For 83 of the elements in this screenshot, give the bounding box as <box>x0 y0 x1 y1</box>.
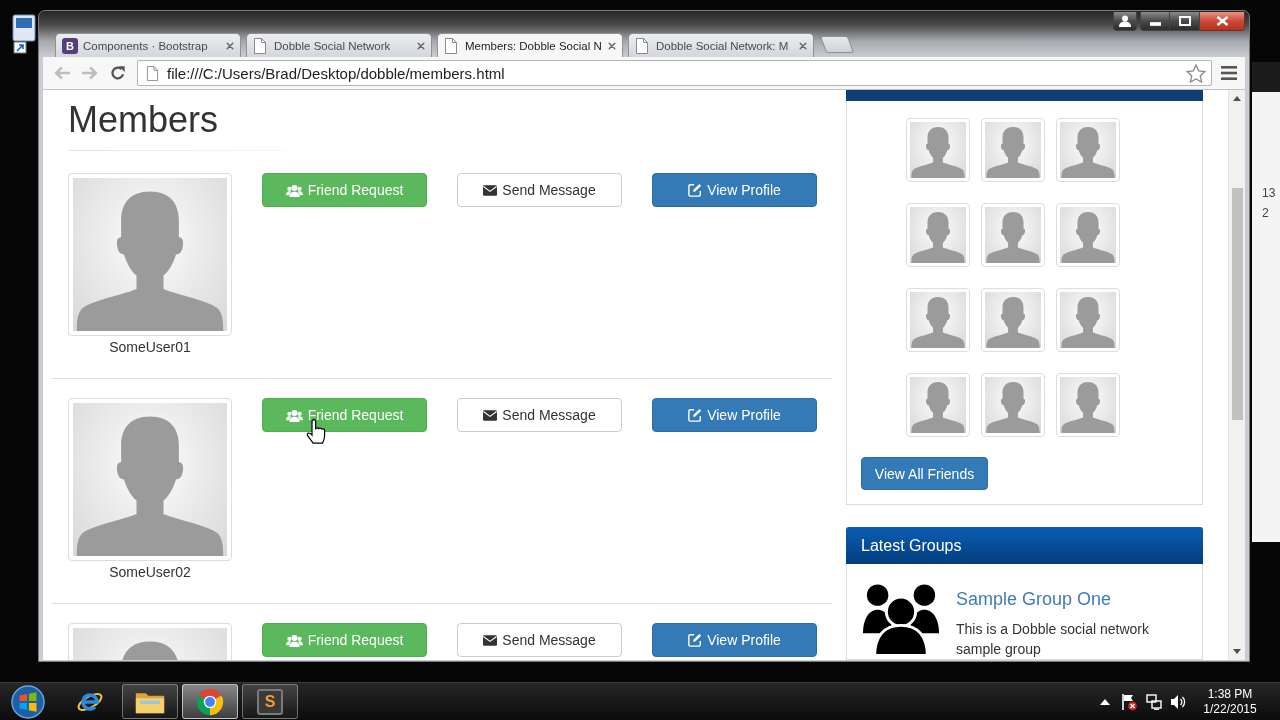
edit-icon <box>688 408 703 422</box>
users-icon <box>285 183 303 197</box>
close-icon <box>1215 16 1229 26</box>
address-bar[interactable]: file:///C:/Users/Brad/Desktop/dobble/members.html <box>137 60 1212 86</box>
close-icon[interactable] <box>226 41 234 50</box>
scroll-up-icon[interactable] <box>1233 96 1241 101</box>
friend-avatar[interactable] <box>906 203 970 267</box>
friend-avatar[interactable] <box>981 203 1045 267</box>
close-icon[interactable] <box>417 41 425 50</box>
flag-alert-icon[interactable] <box>1121 692 1137 711</box>
view-profile-button[interactable]: View Profile <box>652 398 817 432</box>
window-text: 2 <box>1262 206 1269 220</box>
scrollbar-thumb[interactable] <box>1231 188 1243 420</box>
start-button[interactable] <box>8 683 48 720</box>
page-icon <box>146 65 159 81</box>
browser-tab[interactable]: B Components · Bootstrap <box>55 33 241 57</box>
friend-avatar[interactable] <box>1056 373 1120 437</box>
flag-orb-icon <box>11 684 45 719</box>
hand-cursor-icon <box>306 419 326 445</box>
scroll-down-icon[interactable] <box>1233 649 1241 654</box>
send-message-button[interactable]: Send Message <box>457 173 622 207</box>
clock-date: 1/22/2015 <box>1203 701 1257 717</box>
maximize-icon <box>1178 16 1191 26</box>
person-icon <box>1119 15 1131 27</box>
page-heading: Members <box>68 100 220 140</box>
minimize-button[interactable] <box>1140 12 1170 31</box>
send-message-button[interactable]: Send Message <box>457 398 622 432</box>
friend-avatar[interactable] <box>906 373 970 437</box>
speaker-icon[interactable] <box>1170 693 1186 710</box>
clock-time: 1:38 PM <box>1207 686 1253 702</box>
close-icon[interactable] <box>608 41 616 50</box>
group-description: This is a Dobble social network sample group <box>956 620 1150 659</box>
username: SomeUser01 <box>109 338 191 357</box>
send-message-button[interactable]: Send Message <box>457 623 622 657</box>
panel-title: Latest Groups <box>846 527 1203 564</box>
network-icon[interactable] <box>1146 693 1162 710</box>
close-icon[interactable] <box>799 41 807 50</box>
group-icon <box>862 582 940 657</box>
window-text: 13 <box>1262 186 1276 200</box>
friend-avatar[interactable] <box>981 118 1045 182</box>
close-button[interactable] <box>1200 12 1245 31</box>
friend-avatar[interactable] <box>981 288 1045 352</box>
profile-button[interactable] <box>1113 12 1137 31</box>
friend-avatar[interactable] <box>1056 288 1120 352</box>
maximize-button[interactable] <box>1170 12 1200 31</box>
menu-icon <box>1221 66 1237 80</box>
tab-favicon: B <box>62 37 78 54</box>
back-arrow-icon <box>53 65 71 81</box>
friend-avatar[interactable] <box>906 118 970 182</box>
circle-logo-icon <box>196 687 224 716</box>
envelope-icon <box>483 184 498 196</box>
view-profile-button[interactable]: View Profile <box>652 623 817 657</box>
envelope-icon <box>483 409 498 421</box>
scrollbar[interactable] <box>1228 90 1245 660</box>
edit-icon <box>688 183 703 197</box>
taskbar-button[interactable] <box>182 684 238 719</box>
browser-tab[interactable]: Dobble Social Network <box>246 33 432 57</box>
users-icon <box>285 633 303 647</box>
minimize-icon <box>1149 22 1161 26</box>
envelope-icon <box>483 634 498 646</box>
view-all-friends-button[interactable]: View All Friends <box>861 457 988 490</box>
shortcut-icon[interactable] <box>12 14 36 54</box>
up-triangle-icon[interactable] <box>1100 698 1110 705</box>
bookmark-star-icon[interactable] <box>1186 63 1206 83</box>
browser-tab[interactable]: Dobble Social Network: M <box>628 33 814 57</box>
friend-avatar[interactable] <box>906 288 970 352</box>
username: SomeUser02 <box>109 563 191 582</box>
friend-avatar[interactable] <box>1056 203 1120 267</box>
edit-icon <box>688 633 703 647</box>
group-link[interactable]: Sample Group One <box>956 589 1181 609</box>
users-icon <box>285 408 303 422</box>
page-icon <box>253 37 267 54</box>
page-icon <box>444 37 458 54</box>
reload-icon <box>109 65 127 81</box>
friend-avatar[interactable] <box>981 373 1045 437</box>
taskbar-button[interactable] <box>122 684 178 719</box>
page-icon <box>635 37 649 54</box>
reload-button[interactable] <box>108 63 128 83</box>
view-profile-button[interactable]: View Profile <box>652 173 817 207</box>
friend-avatar[interactable] <box>1056 118 1120 182</box>
forward-arrow-icon <box>81 65 99 81</box>
taskbar-button[interactable]: S <box>242 684 298 719</box>
browser-tab[interactable]: Members: Dobble Social N <box>437 33 623 57</box>
